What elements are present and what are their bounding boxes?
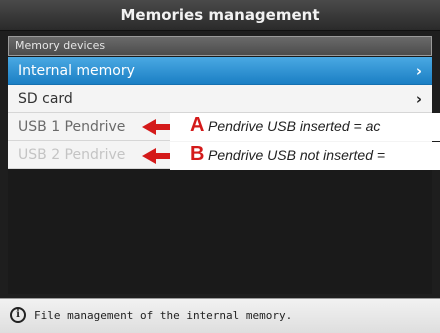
status-text: File management of the internal memory.	[34, 309, 293, 322]
list-item-label: Internal memory	[18, 63, 135, 79]
chevron-right-icon: ›	[415, 62, 422, 80]
annotation-b: B Pendrive USB not inserted =	[170, 142, 440, 170]
empty-area	[8, 169, 432, 294]
list-item-internal-memory[interactable]: Internal memory ›	[8, 57, 432, 85]
annotation-a: A Pendrive USB inserted = ac	[170, 113, 440, 141]
annotation-letter: B	[190, 143, 205, 165]
list-item-label: USB 2 Pendrive	[18, 147, 126, 163]
list-item-sd-card[interactable]: SD card ›	[8, 85, 432, 113]
info-icon: i	[10, 307, 26, 323]
annotation-caption: Pendrive USB not inserted =	[208, 147, 386, 163]
annotation-caption: Pendrive USB inserted = ac	[208, 118, 381, 134]
list-item-label: USB 1 Pendrive	[18, 119, 126, 135]
section-header: Memory devices	[8, 36, 432, 56]
list-item-label: SD card	[18, 91, 73, 107]
status-bar: i File management of the internal memory…	[0, 298, 440, 333]
chevron-right-icon: ›	[415, 90, 422, 108]
annotation-letter: A	[190, 114, 205, 136]
window-title: Memories management	[0, 0, 440, 31]
